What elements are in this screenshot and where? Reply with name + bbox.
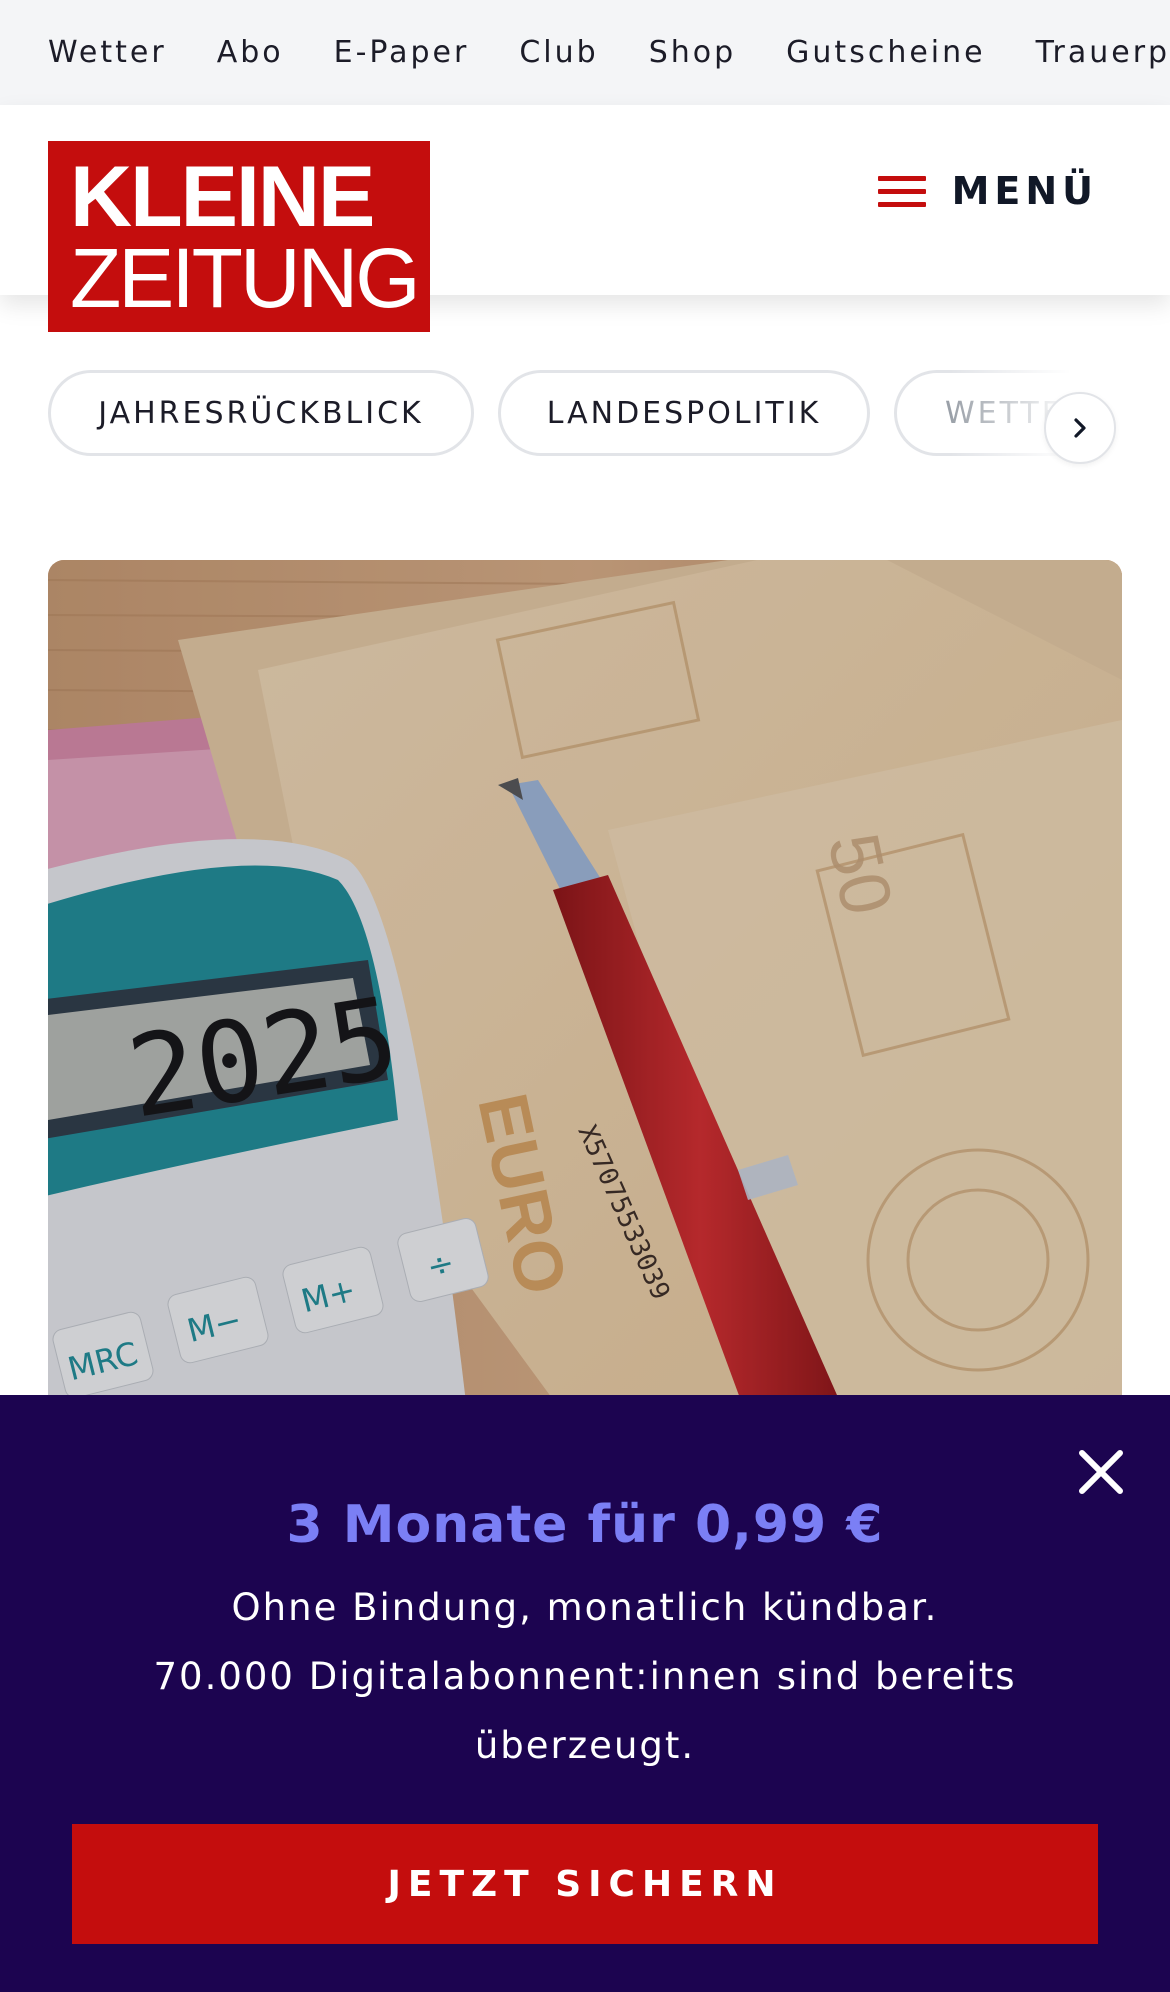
utility-link-epaper[interactable]: E-Paper: [334, 35, 470, 70]
utility-link-shop[interactable]: Shop: [649, 35, 736, 70]
banner-text: Ohne Bindung, monatlich kündbar. 70.000 …: [140, 1573, 1030, 1780]
logo-line1: KLEINE: [70, 149, 375, 245]
banner-headline: 3 Monate für 0,99 €: [286, 1495, 884, 1555]
logo-line2: ZEITUNG: [70, 231, 421, 325]
subscribe-cta-button[interactable]: JETZT SICHERN: [72, 1824, 1098, 1944]
topic-pill-landespolitik[interactable]: LANDESPOLITIK: [498, 370, 870, 456]
menu-button[interactable]: MENÜ: [877, 169, 1098, 213]
banner-line2: 70.000 Digitalabonnent:innen sind bereit…: [153, 1655, 1017, 1767]
utility-link-gutscheine[interactable]: Gutscheine: [786, 35, 985, 70]
topic-scroller: JAHRESRÜCKBLICK LANDESPOLITIK WETTER: [0, 368, 1170, 464]
utility-link-abo[interactable]: Abo: [217, 35, 284, 70]
chevron-right-icon: [1074, 418, 1086, 438]
utility-link-trauerportal[interactable]: Trauerportal: [1036, 35, 1170, 70]
hero-image[interactable]: 50 EURO X57075533039 2025 MRC M− M+ ÷: [48, 560, 1122, 1420]
topic-pill-jahresrueckblick[interactable]: JAHRESRÜCKBLICK: [48, 370, 474, 456]
site-logo[interactable]: KLEINE ZEITUNG: [48, 141, 430, 332]
subscription-banner: 3 Monate für 0,99 € Ohne Bindung, monatl…: [0, 1395, 1170, 1992]
hero-photo: 50 EURO X57075533039 2025 MRC M− M+ ÷: [48, 560, 1122, 1420]
utility-nav: Wetter Abo E-Paper Club Shop Gutscheine …: [0, 0, 1170, 105]
close-icon: [1079, 1450, 1123, 1494]
banner-line1: Ohne Bindung, monatlich kündbar.: [231, 1586, 939, 1629]
utility-link-wetter[interactable]: Wetter: [48, 35, 167, 70]
menu-label: MENÜ: [951, 169, 1098, 213]
hamburger-icon: [877, 173, 926, 209]
topics-next-button[interactable]: [1044, 392, 1116, 464]
utility-link-club[interactable]: Club: [519, 35, 598, 70]
close-banner-button[interactable]: [1072, 1443, 1130, 1501]
